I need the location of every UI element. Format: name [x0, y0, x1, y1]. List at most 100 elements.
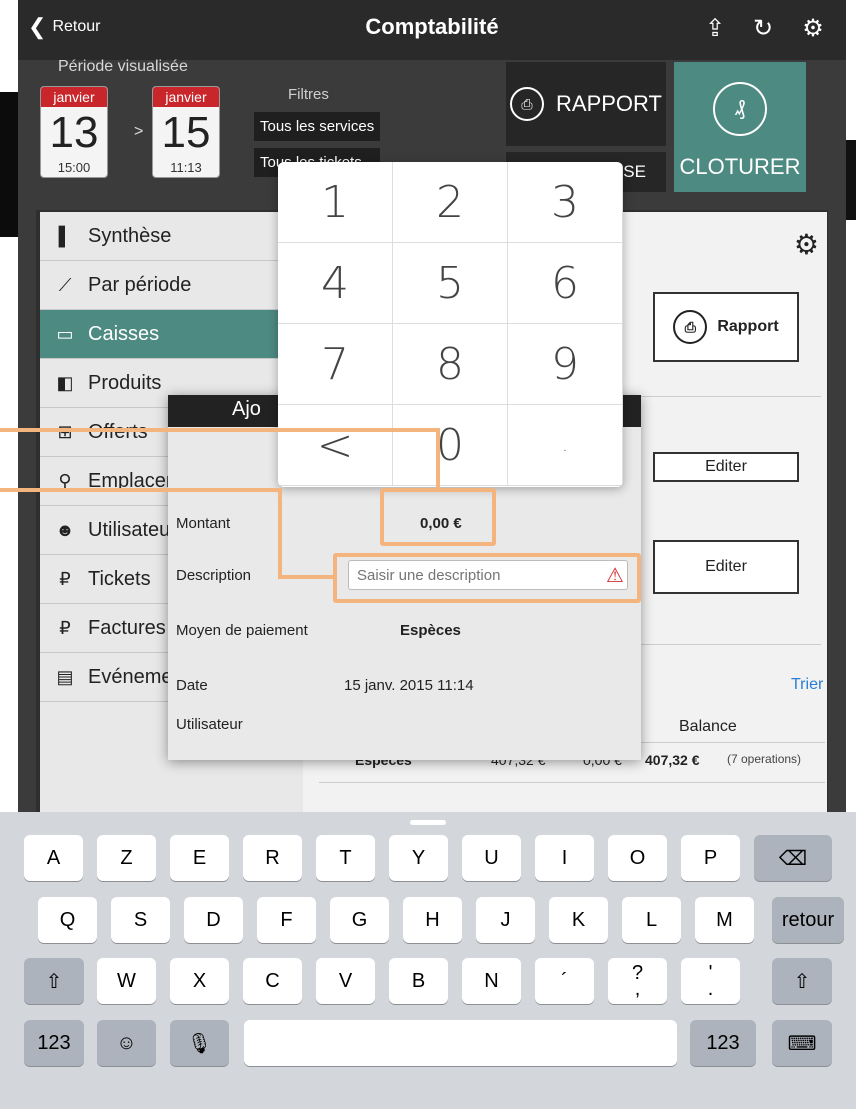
- key[interactable]: N: [462, 958, 521, 1004]
- moyen-value[interactable]: Espèces: [400, 622, 461, 639]
- numbers-key[interactable]: 123: [690, 1020, 756, 1066]
- sidebar-item-label: Caisses: [88, 322, 160, 345]
- key[interactable]: ' .: [681, 958, 740, 1004]
- gift-icon: ⊞: [54, 422, 76, 443]
- key[interactable]: W: [97, 958, 156, 1004]
- callout-line: [436, 428, 440, 490]
- key[interactable]: R: [243, 835, 302, 881]
- background-dark-right: [846, 140, 856, 220]
- end-date-calendar[interactable]: janvier 15 11:13: [152, 86, 220, 178]
- key[interactable]: P: [681, 835, 740, 881]
- key[interactable]: Q: [38, 897, 97, 943]
- key[interactable]: E: [170, 835, 229, 881]
- key[interactable]: Z: [97, 835, 156, 881]
- numpad-key[interactable]: 1: [278, 162, 393, 243]
- gear-icon[interactable]: ⚙: [794, 228, 819, 261]
- numpad-key[interactable]: 9: [508, 324, 623, 405]
- numpad-key[interactable]: 7: [278, 324, 393, 405]
- period-separator: >: [134, 123, 144, 140]
- keyboard-handle[interactable]: [410, 820, 446, 825]
- backspace-key[interactable]: ⌫: [754, 835, 832, 881]
- products-icon: ◧: [56, 372, 74, 393]
- hide-keyboard-key[interactable]: ⌨: [772, 1020, 832, 1066]
- numbers-key[interactable]: 123: [24, 1020, 84, 1066]
- stamp-icon: ₰: [713, 82, 767, 136]
- numpad-key[interactable]: 5: [393, 243, 508, 324]
- key[interactable]: ´: [535, 958, 594, 1004]
- key[interactable]: G: [330, 897, 389, 943]
- invoice-icon: ₽: [59, 617, 71, 638]
- table-header-balance: Balance: [679, 718, 737, 735]
- line-chart-icon: ⟋: [58, 274, 72, 295]
- key[interactable]: B: [389, 958, 448, 1004]
- numpad-key[interactable]: 6: [508, 243, 623, 324]
- callout-line: [0, 488, 282, 492]
- microphone-key[interactable]: 🎙: [170, 1020, 229, 1066]
- start-day: 13: [49, 108, 99, 157]
- key[interactable]: C: [243, 958, 302, 1004]
- editer-button-2[interactable]: Editer: [653, 540, 799, 594]
- key[interactable]: J: [476, 897, 535, 943]
- date-label: Date: [176, 677, 208, 694]
- sidebar-item[interactable]: ▭ Caisses: [40, 310, 304, 359]
- end-month: janvier: [153, 87, 219, 107]
- utilisateur-label: Utilisateur: [176, 716, 243, 733]
- numpad-key[interactable]: 0: [393, 405, 508, 486]
- callout-line: [278, 575, 335, 579]
- key[interactable]: ? ,: [608, 958, 667, 1004]
- cloturer-button[interactable]: ₰ CLOTURER: [674, 62, 806, 192]
- emoji-key[interactable]: ☺: [97, 1020, 156, 1066]
- key[interactable]: V: [316, 958, 375, 1004]
- ticket-icon: ₽: [59, 568, 71, 589]
- key[interactable]: U: [462, 835, 521, 881]
- space-key[interactable]: [244, 1020, 677, 1066]
- numpad-key[interactable]: <: [278, 405, 393, 486]
- numpad-key[interactable]: 8: [393, 324, 508, 405]
- return-key[interactable]: retour: [772, 897, 844, 943]
- highlight-description: [333, 553, 641, 603]
- sidebar-item-label: Offerts: [88, 421, 148, 444]
- numpad-key[interactable]: 2: [393, 162, 508, 243]
- shift-key[interactable]: ⇧: [24, 958, 84, 1004]
- period-label: Période visualisée: [58, 58, 188, 75]
- rapport-label: RAPPORT: [556, 91, 662, 116]
- numpad-key[interactable]: 4: [278, 243, 393, 324]
- key[interactable]: T: [316, 835, 375, 881]
- trier-link[interactable]: Trier: [791, 676, 823, 694]
- numpad-key[interactable]: .: [508, 405, 623, 486]
- filters-label: Filtres: [288, 86, 329, 103]
- start-date-calendar[interactable]: janvier 13 15:00: [40, 86, 108, 178]
- number-pad: 1 2 3 4 5 6 7 8 9 <0.: [278, 162, 623, 487]
- key[interactable]: H: [403, 897, 462, 943]
- row-balance: 407,32 €: [645, 752, 700, 768]
- refresh-icon[interactable]: ↻: [746, 10, 780, 48]
- key[interactable]: Y: [389, 835, 448, 881]
- sidebar-item-label: Tickets: [88, 567, 151, 590]
- key[interactable]: I: [535, 835, 594, 881]
- numpad-key[interactable]: 3: [508, 162, 623, 243]
- key[interactable]: S: [111, 897, 170, 943]
- key[interactable]: M: [695, 897, 754, 943]
- services-filter[interactable]: Tous les services: [254, 112, 380, 141]
- rapport-button[interactable]: ⎙ RAPPORT: [506, 62, 666, 146]
- gear-icon[interactable]: ⚙: [796, 10, 830, 48]
- key[interactable]: D: [184, 897, 243, 943]
- sidebar-item[interactable]: ▌ Synthèse: [40, 212, 304, 261]
- screenshot-stage: ❮ Retour Comptabilité ⇪ ↻ ⚙ Période visu…: [0, 0, 856, 1109]
- sidebar-item[interactable]: ⟋ Par période: [40, 261, 304, 310]
- sidebar-item-label: Par période: [88, 273, 192, 296]
- modal-title: Ajo: [232, 398, 261, 420]
- shift-key[interactable]: ⇧: [772, 958, 832, 1004]
- table-divider: [319, 782, 825, 783]
- share-icon[interactable]: ⇪: [698, 10, 732, 48]
- key[interactable]: F: [257, 897, 316, 943]
- key[interactable]: O: [608, 835, 667, 881]
- key[interactable]: L: [622, 897, 681, 943]
- editer-button-1[interactable]: Editer: [653, 452, 799, 482]
- date-value[interactable]: 15 janv. 2015 11:14: [344, 677, 474, 694]
- montant-label: Montant: [176, 515, 231, 532]
- key[interactable]: K: [549, 897, 608, 943]
- key[interactable]: X: [170, 958, 229, 1004]
- key[interactable]: A: [24, 835, 83, 881]
- rapport-small-button[interactable]: ⎙ Rapport: [653, 292, 799, 362]
